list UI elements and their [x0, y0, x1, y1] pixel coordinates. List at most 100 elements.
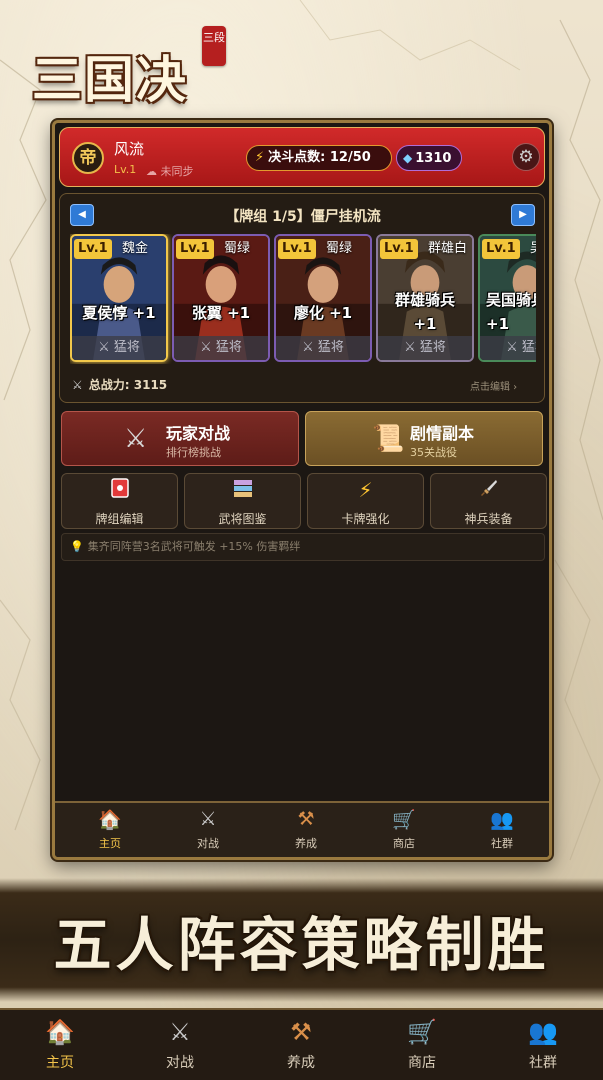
- card-level: Lv.1: [176, 239, 214, 259]
- player-name: 风流: [114, 140, 145, 158]
- arrow-right-icon: ▶: [519, 209, 527, 220]
- card-faction: 群雄白: [428, 241, 468, 256]
- card-type: ⚔猛将: [480, 336, 536, 360]
- crossed-swords-icon: ⚔: [124, 424, 148, 454]
- duel-points-badge: ⚡ 决斗点数: 12/50: [246, 145, 392, 171]
- nav-label: 商店: [393, 837, 415, 850]
- card-level: Lv.1: [278, 239, 316, 259]
- card-type: ⚔猛将: [276, 336, 370, 360]
- nav-battle[interactable]: ⚔ 对战: [120, 1010, 240, 1080]
- deck-edit-button[interactable]: 牌组编辑: [61, 473, 178, 529]
- people-icon: 👥: [528, 1018, 558, 1046]
- lightning-icon: ⚡: [358, 478, 373, 502]
- nav-social[interactable]: 👥 社群: [483, 1010, 603, 1080]
- logo-title: 三国决: [32, 50, 188, 109]
- weapon-equip-button[interactable]: 神兵装备: [430, 473, 547, 529]
- card-faction: 蜀绿: [326, 241, 353, 256]
- card-general-name: 群雄骑兵 +1: [394, 291, 455, 333]
- red-card-icon: [62, 478, 177, 503]
- crossed-swords-icon: ⚔: [200, 340, 212, 355]
- card-type: ⚔猛将: [174, 336, 268, 360]
- card-level: Lv.1: [74, 239, 112, 259]
- nav-label: 社群: [491, 837, 513, 850]
- nav-home[interactable]: 🏠 主页: [0, 1010, 120, 1080]
- dagger-icon: [431, 478, 546, 503]
- general-card[interactable]: Lv.1 魏金 夏侯惇 +1 ⚔ 猛将: [70, 234, 168, 362]
- crossed-swords-icon: ⚔: [169, 1018, 191, 1046]
- nav-label: 养成: [295, 837, 317, 850]
- general-card[interactable]: Lv.1 蜀绿 张翼 +1 ⚔ 猛将: [172, 234, 270, 362]
- general-codex-button[interactable]: 武将图鉴: [184, 473, 301, 529]
- edit-deck-link[interactable]: 点击编辑 ›: [470, 378, 517, 393]
- story-subtitle: 35关战役: [410, 446, 457, 459]
- nav-develop[interactable]: ⚒ 养成: [241, 1010, 361, 1080]
- gem-balance[interactable]: ◆ 1310: [396, 145, 462, 171]
- general-card[interactable]: Lv.1 群雄白 群雄骑兵 +1 ⚔ 猛将: [376, 234, 474, 362]
- nav-battle[interactable]: ⚔ 对战: [159, 803, 257, 857]
- card-type-label: 猛将: [419, 340, 446, 355]
- card-type: ⚔猛将: [378, 336, 472, 360]
- gear-icon: ⚙: [518, 147, 534, 167]
- tip-text: 集齐同阵营3名武将可触发 +15% 伤害羁绊: [87, 540, 301, 553]
- general-card[interactable]: Lv.1 蜀绿 廖化 +1 ⚔ 猛将: [274, 234, 372, 362]
- card-faction: 蜀绿: [224, 241, 251, 256]
- gem-count: 1310: [415, 151, 452, 166]
- slogan-text: 五人阵容策略制胜: [53, 911, 550, 979]
- player-header: 帝 风流 Lv.1 ☁ 未同步 ⚡ 决斗点数: 12/50 ◆ 1310 ⚙: [59, 127, 545, 187]
- general-card[interactable]: Lv.1 吴 吴国骑兵 +1 ⚔猛将: [478, 234, 536, 362]
- books-icon: [185, 478, 300, 503]
- crossed-swords-icon: ⚔: [404, 340, 416, 355]
- nav-label: 社群: [529, 1055, 557, 1071]
- game-logo: 三国决 三段: [24, 26, 234, 109]
- nav-shop[interactable]: 🛒 商店: [355, 803, 453, 857]
- settings-button[interactable]: ⚙: [512, 143, 540, 171]
- nav-social[interactable]: 👥 社群: [453, 803, 549, 857]
- cart-icon: 🛒: [392, 809, 416, 831]
- card-type-label: 猛将: [521, 340, 536, 355]
- card-general-name: 张翼 +1: [191, 304, 251, 322]
- nav-label: 主页: [46, 1055, 74, 1071]
- nav-label: 商店: [408, 1055, 436, 1071]
- card-general-name: 吴国骑兵 +1: [486, 291, 536, 333]
- home-icon: 🏠: [45, 1018, 75, 1046]
- crossed-swords-icon: ⚔: [302, 340, 314, 355]
- card-faction: 吴: [530, 239, 536, 259]
- pvp-battle-button[interactable]: ⚔ 玩家对战 排行榜挑战: [61, 411, 299, 466]
- tip-bar: 💡 集齐同阵营3名武将可触发 +15% 伤害羁绊: [61, 533, 545, 561]
- story-campaign-button[interactable]: 📜 剧情副本 35关战役: [305, 411, 543, 466]
- weapon-equip-label: 神兵装备: [464, 512, 513, 526]
- next-deck-button[interactable]: ▶: [511, 204, 535, 226]
- general-codex-label: 武将图鉴: [218, 512, 267, 526]
- scroll-icon: 📜: [372, 424, 405, 454]
- avatar[interactable]: 帝: [72, 142, 104, 174]
- logo-seal: 三段: [202, 26, 226, 66]
- nav-home[interactable]: 🏠 主页: [61, 803, 159, 857]
- lightbulb-icon: 💡: [70, 540, 84, 553]
- total-power-text: 总战力: 3115: [88, 378, 168, 392]
- nav-label: 对战: [166, 1055, 194, 1071]
- nav-shop[interactable]: 🛒 商店: [362, 1010, 482, 1080]
- crossed-swords-icon: ⚔: [506, 340, 518, 355]
- sync-status: ☁ 未同步: [146, 165, 194, 178]
- card-level: Lv.1: [380, 239, 418, 259]
- nav-label: 主页: [99, 837, 121, 850]
- nav-label: 养成: [287, 1055, 315, 1071]
- deck-panel: ◀ 【牌组 1/5】僵尸挂机流 ▶ Lv.1 魏金 夏侯惇 +1 ⚔ 猛将 Lv…: [59, 193, 545, 403]
- crossed-swords-icon: ⚔: [98, 340, 110, 355]
- nav-develop[interactable]: ⚒ 养成: [257, 803, 355, 857]
- outer-bottom-nav: 🏠 主页 ⚔ 对战 ⚒ 养成 🛒 商店 👥 社群: [0, 1008, 603, 1080]
- nav-label: 对战: [197, 837, 219, 850]
- hammers-icon: ⚒: [297, 808, 315, 830]
- story-title: 剧情副本: [410, 424, 475, 443]
- people-icon: 👥: [490, 809, 514, 831]
- cart-icon: 🛒: [407, 1018, 437, 1046]
- card-faction: 魏金: [122, 241, 149, 256]
- player-level: Lv.1: [114, 163, 137, 176]
- crossed-swords-icon: ⚔: [199, 808, 217, 830]
- card-upgrade-button[interactable]: ⚡ 卡牌强化: [307, 473, 424, 529]
- hammers-icon: ⚒: [290, 1018, 312, 1046]
- deck-edit-label: 牌组编辑: [95, 512, 144, 526]
- card-type: ⚔猛将: [72, 336, 166, 360]
- total-power: ⚔ 总战力: 3115: [72, 376, 167, 393]
- deck-title: 【牌组 1/5】僵尸挂机流: [225, 209, 381, 225]
